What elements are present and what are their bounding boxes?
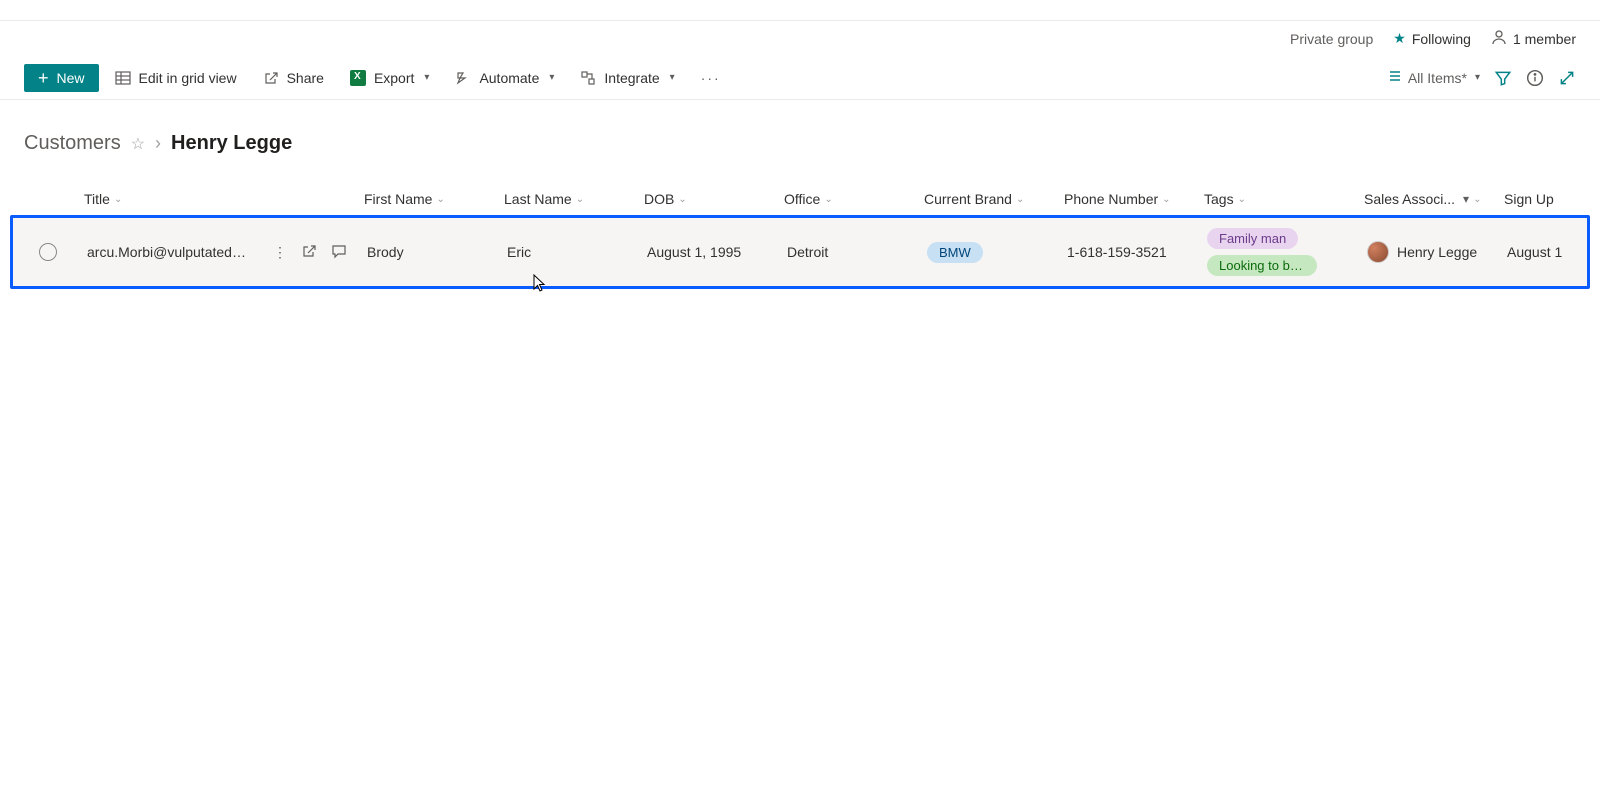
- tag-pill: Looking to buy s...: [1207, 255, 1317, 276]
- info-button[interactable]: [1526, 69, 1544, 87]
- chevron-down-icon: ▾: [1475, 72, 1480, 83]
- person-icon: [1491, 29, 1507, 48]
- view-name: All Items*: [1408, 70, 1467, 86]
- export-label: Export: [374, 70, 414, 86]
- row-sales-associate: Henry Legge: [1363, 235, 1503, 269]
- filter-button[interactable]: [1494, 69, 1512, 87]
- col-title[interactable]: Title⌄: [80, 191, 360, 207]
- row-tags: Family man Looking to buy s...: [1203, 222, 1363, 282]
- brand-pill: BMW: [927, 242, 983, 263]
- star-outline-icon[interactable]: ☆: [131, 134, 145, 154]
- chevron-down-icon: ⌄: [114, 194, 122, 205]
- new-label: New: [57, 70, 85, 86]
- share-label: Share: [287, 70, 324, 86]
- col-dob[interactable]: DOB⌄: [640, 191, 780, 207]
- members-label: 1 member: [1513, 31, 1576, 47]
- share-button[interactable]: Share: [253, 64, 334, 92]
- filter-applied-icon: ▾: [1463, 192, 1469, 206]
- col-sales-associate[interactable]: Sales Associ...▾⌄: [1360, 191, 1500, 207]
- edit-grid-button[interactable]: Edit in grid view: [105, 64, 247, 92]
- following-label: Following: [1412, 31, 1471, 47]
- row-first-name: Brody: [363, 238, 503, 266]
- chevron-down-icon: ⌄: [1238, 194, 1246, 205]
- breadcrumb-current: Henry Legge: [171, 132, 292, 155]
- chevron-down-icon: ⌄: [824, 194, 832, 205]
- row-title[interactable]: arcu.Morbi@vulputatedui...: [87, 244, 247, 260]
- row-comment-icon[interactable]: [331, 243, 347, 262]
- row-phone: 1-618-159-3521: [1063, 238, 1203, 266]
- group-type-label: Private group: [1290, 31, 1373, 47]
- expand-button[interactable]: [1558, 69, 1576, 87]
- chevron-down-icon: ⌄: [1473, 194, 1481, 205]
- tag-pill: Family man: [1207, 228, 1298, 249]
- chevron-down-icon: ⌄: [1016, 194, 1024, 205]
- col-tags[interactable]: Tags⌄: [1200, 191, 1360, 207]
- col-phone[interactable]: Phone Number⌄: [1060, 191, 1200, 207]
- breadcrumb-separator: ›: [155, 133, 161, 154]
- new-button[interactable]: + New: [24, 64, 99, 92]
- chevron-down-icon: ⌄: [436, 194, 444, 205]
- following-toggle[interactable]: ★ Following: [1393, 30, 1471, 47]
- row-current-brand: BMW: [923, 236, 1063, 269]
- grid-icon: [115, 70, 131, 86]
- selected-row-highlight: arcu.Morbi@vulputatedui... ⋮ Brody Eric …: [10, 215, 1590, 289]
- chevron-down-icon: ⌄: [678, 194, 686, 205]
- plus-icon: +: [38, 71, 49, 85]
- column-headers: Title⌄ First Name⌄ Last Name⌄ DOB⌄ Offic…: [10, 183, 1590, 215]
- automate-label: Automate: [479, 70, 539, 86]
- edit-grid-label: Edit in grid view: [139, 70, 237, 86]
- flow-icon: [455, 70, 471, 86]
- integrate-button[interactable]: Integrate ▾: [570, 64, 684, 92]
- col-office[interactable]: Office⌄: [780, 191, 920, 207]
- breadcrumb-root[interactable]: Customers: [24, 132, 121, 155]
- chevron-down-icon: ⌄: [576, 194, 584, 205]
- associate-name: Henry Legge: [1397, 244, 1477, 260]
- row-share-icon[interactable]: [301, 243, 317, 262]
- automate-button[interactable]: Automate ▾: [445, 64, 564, 92]
- more-icon: ···: [701, 70, 721, 86]
- col-first-name[interactable]: First Name⌄: [360, 191, 500, 207]
- export-button[interactable]: Export ▾: [340, 64, 440, 92]
- view-list-icon: [1386, 68, 1402, 87]
- command-bar: + New Edit in grid view Share Export ▾ A…: [0, 56, 1600, 100]
- star-filled-icon: ★: [1393, 30, 1406, 47]
- col-sign-up[interactable]: Sign Up: [1500, 191, 1590, 207]
- share-icon: [263, 70, 279, 86]
- col-last-name[interactable]: Last Name⌄: [500, 191, 640, 207]
- site-header: Private group ★ Following 1 member: [0, 21, 1600, 56]
- members-link[interactable]: 1 member: [1491, 29, 1576, 48]
- row-last-name: Eric: [503, 238, 643, 266]
- row-selector[interactable]: [39, 243, 57, 261]
- breadcrumb: Customers ☆ › Henry Legge: [0, 100, 1600, 167]
- chevron-down-icon: ⌄: [1162, 194, 1170, 205]
- row-dob: August 1, 1995: [643, 238, 783, 266]
- col-current-brand[interactable]: Current Brand⌄: [920, 191, 1060, 207]
- avatar: [1367, 241, 1389, 263]
- integrate-label: Integrate: [604, 70, 659, 86]
- view-selector[interactable]: All Items* ▾: [1386, 68, 1480, 87]
- row-office: Detroit: [783, 238, 923, 266]
- chevron-down-icon: ▾: [424, 72, 429, 83]
- row-more-icon[interactable]: ⋮: [273, 244, 287, 261]
- table-row[interactable]: arcu.Morbi@vulputatedui... ⋮ Brody Eric …: [13, 218, 1587, 286]
- excel-icon: [350, 70, 366, 86]
- list-grid: Title⌄ First Name⌄ Last Name⌄ DOB⌄ Offic…: [10, 183, 1590, 289]
- integrate-icon: [580, 70, 596, 86]
- row-sign-up: August 1: [1503, 238, 1587, 266]
- chevron-down-icon: ▾: [670, 72, 675, 83]
- chevron-down-icon: ▾: [549, 72, 554, 83]
- more-button[interactable]: ···: [691, 64, 731, 92]
